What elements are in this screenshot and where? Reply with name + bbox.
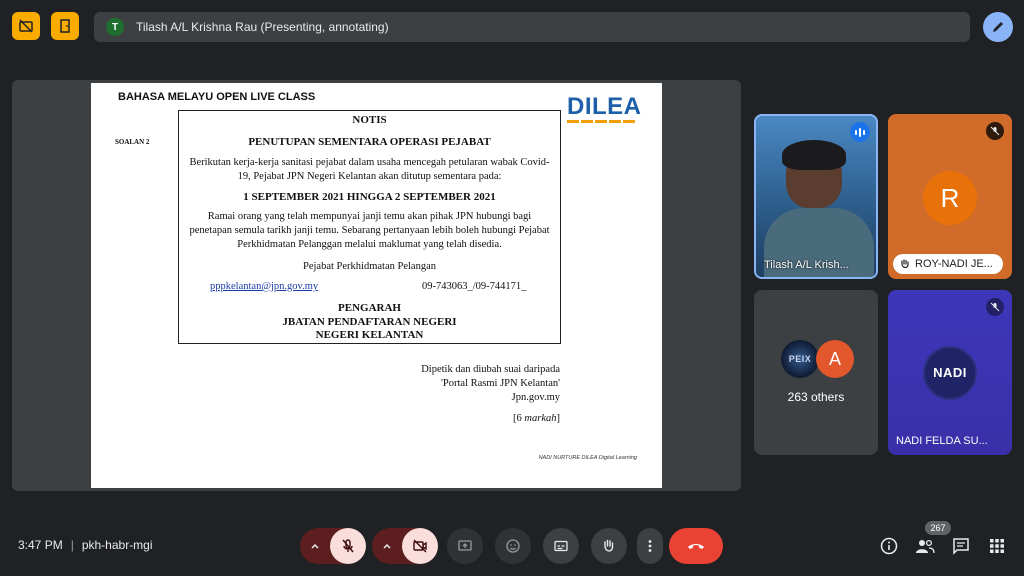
- meeting-info: 3:47 PM | pkh-habr-mgi: [18, 538, 153, 552]
- source-citation: Dipetik dan diubah suai daripada 'Portal…: [421, 363, 560, 405]
- leave-call-button[interactable]: [669, 528, 723, 564]
- separator: |: [70, 538, 74, 552]
- notice-phone: 09-743063_/09-744171_: [422, 281, 527, 292]
- source-line-3: Jpn.gov.my: [511, 392, 560, 403]
- people-icon: [916, 539, 935, 554]
- participant-tile-roy[interactable]: R ROY-NADI JE...: [888, 114, 1012, 279]
- more-vert-icon: [648, 540, 652, 552]
- participant-tile-others[interactable]: PEIX A 263 others: [754, 290, 878, 455]
- reactions-button[interactable]: [495, 528, 531, 564]
- document-footer: NADI NURTURE DILEA Digital Learning: [538, 455, 637, 461]
- camera-off-icon: [413, 539, 427, 553]
- presenter-label: Tilash A/L Krishna Rau (Presenting, anno…: [136, 20, 389, 34]
- marks-label: [6 markah]: [513, 413, 560, 424]
- mic-off-button[interactable]: [330, 528, 366, 564]
- more-options-button[interactable]: [637, 528, 663, 564]
- participant-name-pill: ROY-NADI JE...: [893, 254, 1003, 274]
- raised-hand-icon: [901, 259, 909, 269]
- meeting-details-button[interactable]: [879, 536, 899, 556]
- avatar: A: [816, 340, 854, 378]
- question-number: SOALAN 2: [115, 138, 150, 146]
- hang-up-icon: [688, 544, 704, 549]
- chat-button[interactable]: [951, 536, 971, 556]
- mic-off-icon: [342, 539, 354, 553]
- annotate-pen-icon[interactable]: [983, 12, 1013, 42]
- notice-box: NOTIS PENUTUPAN SEMENTARA OPERASI PEJABA…: [178, 110, 561, 344]
- raise-hand-icon: [604, 539, 614, 552]
- door-icon[interactable]: [51, 12, 79, 40]
- nadi-logo: NADI: [923, 346, 977, 400]
- source-line-2: 'Portal Rasmi JPN Kelantan': [441, 378, 560, 389]
- notice-paragraph-2: Ramai orang yang telah mempunyai janji t…: [189, 211, 550, 250]
- dilea-logo: DILEA: [567, 93, 642, 127]
- dilea-logo-text: DILEA: [567, 93, 642, 120]
- participant-name: Tilash A/L Krish...: [764, 259, 849, 271]
- apps-grid-icon: [990, 539, 1004, 553]
- camera-off-button[interactable]: [402, 528, 438, 564]
- meeting-code: pkh-habr-mgi: [81, 538, 153, 552]
- notice-dates: 1 SEPTEMBER 2021 HINGGA 2 SEPTEMBER 2021: [243, 191, 496, 203]
- raise-hand-button[interactable]: [591, 528, 627, 564]
- notice-email: pppkelantan@jpn.gov.my: [210, 281, 319, 292]
- speaking-indicator-icon: [850, 122, 870, 142]
- clock-time: 3:47 PM: [18, 538, 63, 552]
- activities-button[interactable]: [987, 536, 1007, 556]
- info-icon: [880, 537, 898, 555]
- presented-document: BAHASA MELAYU OPEN LIVE CLASS DILEA SOAL…: [91, 83, 662, 488]
- chevron-up-icon[interactable]: [380, 539, 394, 553]
- present-screen-icon: [458, 540, 472, 551]
- signature-line-2: JBATAN PENDAFTARAN NEGERI: [282, 315, 457, 328]
- microphone-control: [300, 528, 366, 564]
- captions-button[interactable]: [543, 528, 579, 564]
- presenter-bar[interactable]: T Tilash A/L Krishna Rau (Presenting, an…: [94, 12, 970, 42]
- notice-title: NOTIS: [352, 114, 387, 126]
- avatar: PEIX: [781, 340, 819, 378]
- chat-icon: [953, 538, 969, 555]
- course-title: BAHASA MELAYU OPEN LIVE CLASS: [118, 91, 316, 103]
- captions-off-icon[interactable]: [12, 12, 40, 40]
- signature-line-1: PENGARAH: [338, 302, 401, 314]
- notice-office: Pejabat Perkhidmatan Pelangan: [303, 261, 436, 272]
- notice-paragraph-1: Berikutan kerja-kerja sanitasi pejabat d…: [189, 157, 550, 182]
- participant-tile-presenter[interactable]: Tilash A/L Krish...: [754, 114, 878, 279]
- presenter-avatar: T: [106, 18, 124, 36]
- avatar: R: [923, 171, 977, 225]
- captions-icon: [554, 540, 568, 552]
- notice-subtitle: PENUTUPAN SEMENTARA OPERASI PEJABAT: [248, 136, 491, 148]
- present-screen-button[interactable]: [447, 528, 483, 564]
- people-button[interactable]: [915, 536, 935, 556]
- mic-off-icon: [986, 122, 1004, 140]
- chevron-up-icon[interactable]: [308, 539, 322, 553]
- participant-tile-nadi[interactable]: NADI NADI FELDA SU...: [888, 290, 1012, 455]
- mic-off-icon: [986, 298, 1004, 316]
- camera-control: [372, 528, 438, 564]
- participant-count-badge: 267: [925, 521, 951, 535]
- emoji-icon: [506, 539, 520, 553]
- participant-name: ROY-NADI JE...: [915, 258, 993, 270]
- signature-line-3: NEGERI KELANTAN: [315, 329, 424, 341]
- others-count: 263 others: [787, 390, 845, 404]
- source-line-1: Dipetik dan diubah suai daripada: [421, 364, 560, 375]
- participant-name: NADI FELDA SU...: [896, 435, 988, 447]
- notice-signature: PENGARAH JBATAN PENDAFTARAN NEGERI NEGER…: [179, 302, 560, 343]
